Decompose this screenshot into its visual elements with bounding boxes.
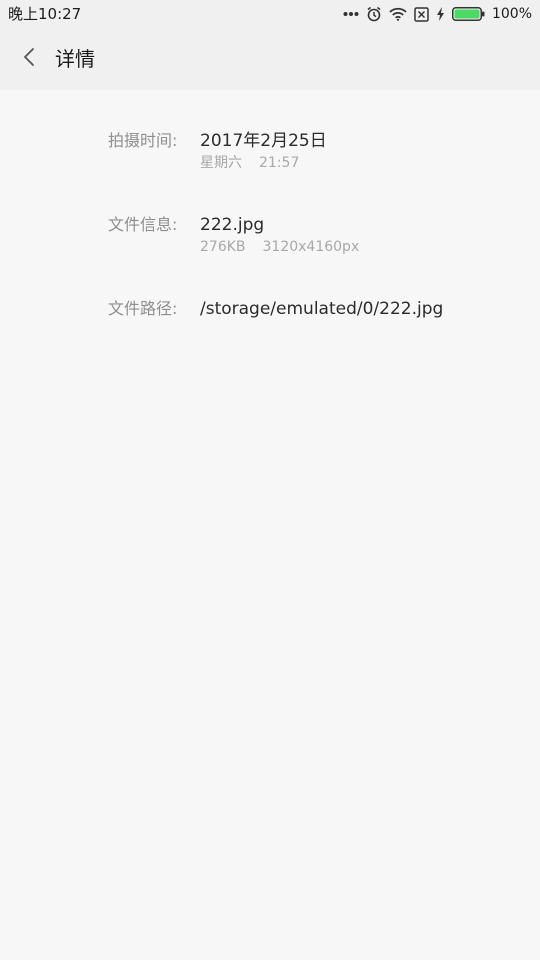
file-path: /storage/emulated/0/222.jpg [200,299,444,319]
back-button[interactable] [12,42,46,76]
file-name: 222.jpg [200,215,265,235]
capture-date: 2017年2月25日 [200,131,327,151]
alarm-clock-icon [366,6,382,22]
page-title: 详情 [55,47,95,71]
battery-icon [451,7,485,21]
status-time: 晚上10:27 [8,5,82,23]
wifi-icon [389,7,407,21]
file-path-label: 文件路径: [108,299,178,318]
capture-time-sub: 星期六 21:57 [200,154,299,172]
file-info-label: 文件信息: [108,215,178,234]
title-bar: 详情 [0,28,540,90]
capture-clock-time: 21:57 [259,155,300,171]
file-size: 276KB [200,239,246,255]
battery-percent: 100% [491,6,532,22]
capture-time-label: 拍摄时间: [108,131,178,150]
details-panel: 拍摄时间: 2017年2月25日 星期六 21:57 文件信息: 222.jpg … [0,90,540,960]
status-bar: 晚上10:27 100% [0,0,540,28]
chevron-left-icon [22,47,36,71]
more-dots-icon [343,11,359,17]
capture-weekday: 星期六 [200,155,242,171]
charging-bolt-icon [436,7,445,21]
file-resolution: 3120x4160px [262,239,360,255]
no-sim-icon [414,6,429,22]
status-icons: 100% [343,4,532,24]
file-info-sub: 276KB 3120x4160px [200,238,359,256]
